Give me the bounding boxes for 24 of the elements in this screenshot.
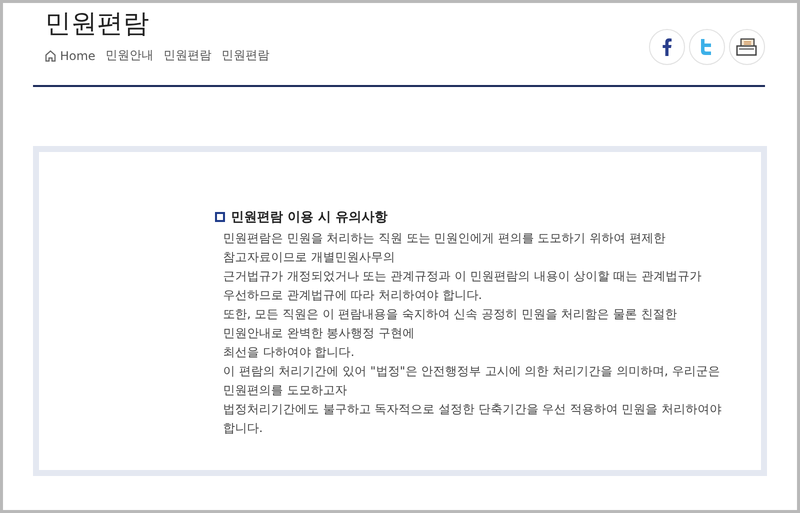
notice-text-line: 민원편람은 민원을 처리하는 직원 또는 민원인에게 편의를 도모하기 위하여 편제한 [222,230,666,247]
breadcrumb-link[interactable]: 민원편람 [221,47,270,64]
notice-text-line: 최선을 다하여야 합니다. [222,344,356,361]
notice-text-line: 민원편의를 도모하고자 [222,382,348,399]
print-button[interactable] [729,29,765,65]
notice-text-line: 우선하므로 관계법규에 따라 처리하여야 합니다. [222,287,484,304]
notice-text-line: 합니다. [222,420,264,437]
notice-text-line: 참고자료이므로 개별민원사무의 [222,249,396,266]
notice-text-line: 민원안내로 완벽한 봉사행정 구현에 [222,325,416,342]
notice-text-line: 또한, 모든 직원은 이 편람내용을 숙지하여 신속 공정히 민원을 처리함은 물론 친절한 [222,306,678,323]
home-icon [45,50,56,62]
notice-text-line: 이 편람의 처리기간에 있어 "법정"은 안전행정부 고시에 의한 처리기간을 의미하며, 우리군은 [222,363,721,380]
breadcrumb-link[interactable]: 민원안내 [105,47,154,64]
twitter-icon [700,39,714,55]
page-title: 민원편람 [45,8,150,41]
printer-icon [736,38,758,56]
square-bullet-icon [215,212,225,222]
facebook-button[interactable] [649,29,685,65]
home-link[interactable]: Home [45,48,96,62]
notice-text-line: 법정처리기간에도 불구하고 독자적으로 설정한 단축기간을 우선 적용하여 민원을 처리하여야 [222,401,723,418]
breadcrumb-link[interactable]: 민원편람 [163,47,212,64]
facebook-icon [662,38,672,56]
notice-text-line: 근거법규가 개정되었거나 또는 관계규정과 이 민원편람의 내용이 상이할 때는 관계법규가 [222,268,702,285]
notice-heading: 민원편람 이용 시 유의사항 [231,209,388,226]
